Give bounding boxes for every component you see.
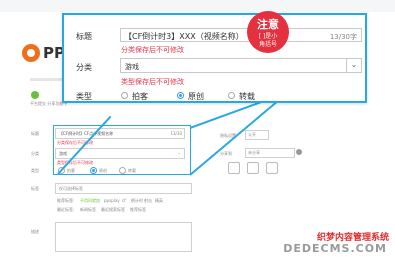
share-label: 分享到 (220, 151, 232, 156)
top-strip (0, 0, 395, 12)
popup-category-hint: 类型保存后不可修改 (121, 78, 184, 86)
recommend-tags-label: 推荐标签: (57, 198, 75, 203)
popup-type-option-3: 转载 (239, 92, 255, 101)
recent-tag[interactable]: 最近搜索标签 (101, 207, 125, 213)
recommend-tag[interactable]: 射击 (144, 198, 152, 204)
bg-category-label: 分类 (31, 151, 39, 156)
help-icon[interactable] (296, 149, 302, 155)
popup-title-value: 【CF倒计时3】XXX（视频名称） (124, 32, 244, 41)
privacy-value: 公开 (248, 132, 256, 137)
bg-tags-placeholder: 仅可选择标签 (59, 186, 83, 191)
popup-title-hint: 分类保存后不可修改 (121, 46, 184, 54)
progress-status-dot (31, 91, 39, 99)
bg-title-label: 标题 (31, 131, 39, 136)
popup-type-label: 类型 (76, 92, 92, 101)
chevron-down-icon[interactable]: ⌄ (346, 59, 361, 72)
recommend-tag[interactable]: 精英 (155, 198, 163, 204)
popup-category-value: 游戏 (125, 63, 139, 71)
popup-type-radio-2[interactable] (177, 92, 184, 99)
bg-desc-textarea[interactable] (55, 222, 192, 252)
share-qzone-icon[interactable] (247, 162, 259, 174)
recent-tag[interactable]: 推荐标签 (130, 207, 146, 213)
share-select[interactable]: 未分享 (245, 148, 295, 158)
recent-tags-label: 最近标签: (57, 207, 75, 212)
stamp-line-2: 角括号 (258, 41, 277, 48)
popup-category-select[interactable]: 游戏 ⌄ (120, 58, 362, 73)
bg-tags-label: 标签 (31, 186, 39, 191)
popup-title-counter: 13/30字 (329, 33, 357, 41)
popup-type-radio-3[interactable] (228, 92, 235, 99)
share-renren-icon[interactable] (266, 162, 278, 174)
share-weibo-icon[interactable] (228, 162, 240, 174)
bg-type-label: 类型 (31, 168, 39, 173)
bg-desc-label: 描述 (31, 229, 39, 234)
recommend-tag[interactable]: 倒计时 (131, 198, 143, 204)
recommend-tag[interactable]: 不用问就加 (80, 198, 100, 204)
watermark-en: DEDECMS.COM (283, 242, 387, 255)
stamp-title: 注意 (257, 18, 279, 31)
popup-title-input[interactable]: 【CF倒计时3】XXX（视频名称） 13/30字 (120, 28, 362, 42)
zoom-popup: 标题 【CF倒计时3】XXX（视频名称） 13/30字 分类保存后不可修改 分类… (62, 13, 367, 103)
bg-tags-input[interactable]: 仅可选择标签 (55, 183, 192, 194)
recommend-tag[interactable]: cf (122, 198, 126, 203)
popup-title-label: 标题 (76, 32, 92, 41)
highlight-box (53, 125, 191, 175)
pps-logo-icon (22, 44, 40, 62)
popup-type-radio-1[interactable] (121, 92, 128, 99)
popup-category-label: 分类 (76, 63, 92, 72)
notice-stamp: 注意 [ ]是小 角括号 (247, 11, 289, 53)
share-value: 未分享 (248, 150, 260, 155)
popup-type-option-1: 拍客 (132, 92, 148, 101)
recent-tag[interactable]: 新闻标签 (80, 207, 96, 213)
privacy-select[interactable]: 公开 (245, 130, 269, 140)
recommend-tag[interactable]: ppsplay (104, 198, 120, 203)
popup-type-option-2: 原创 (188, 92, 204, 101)
